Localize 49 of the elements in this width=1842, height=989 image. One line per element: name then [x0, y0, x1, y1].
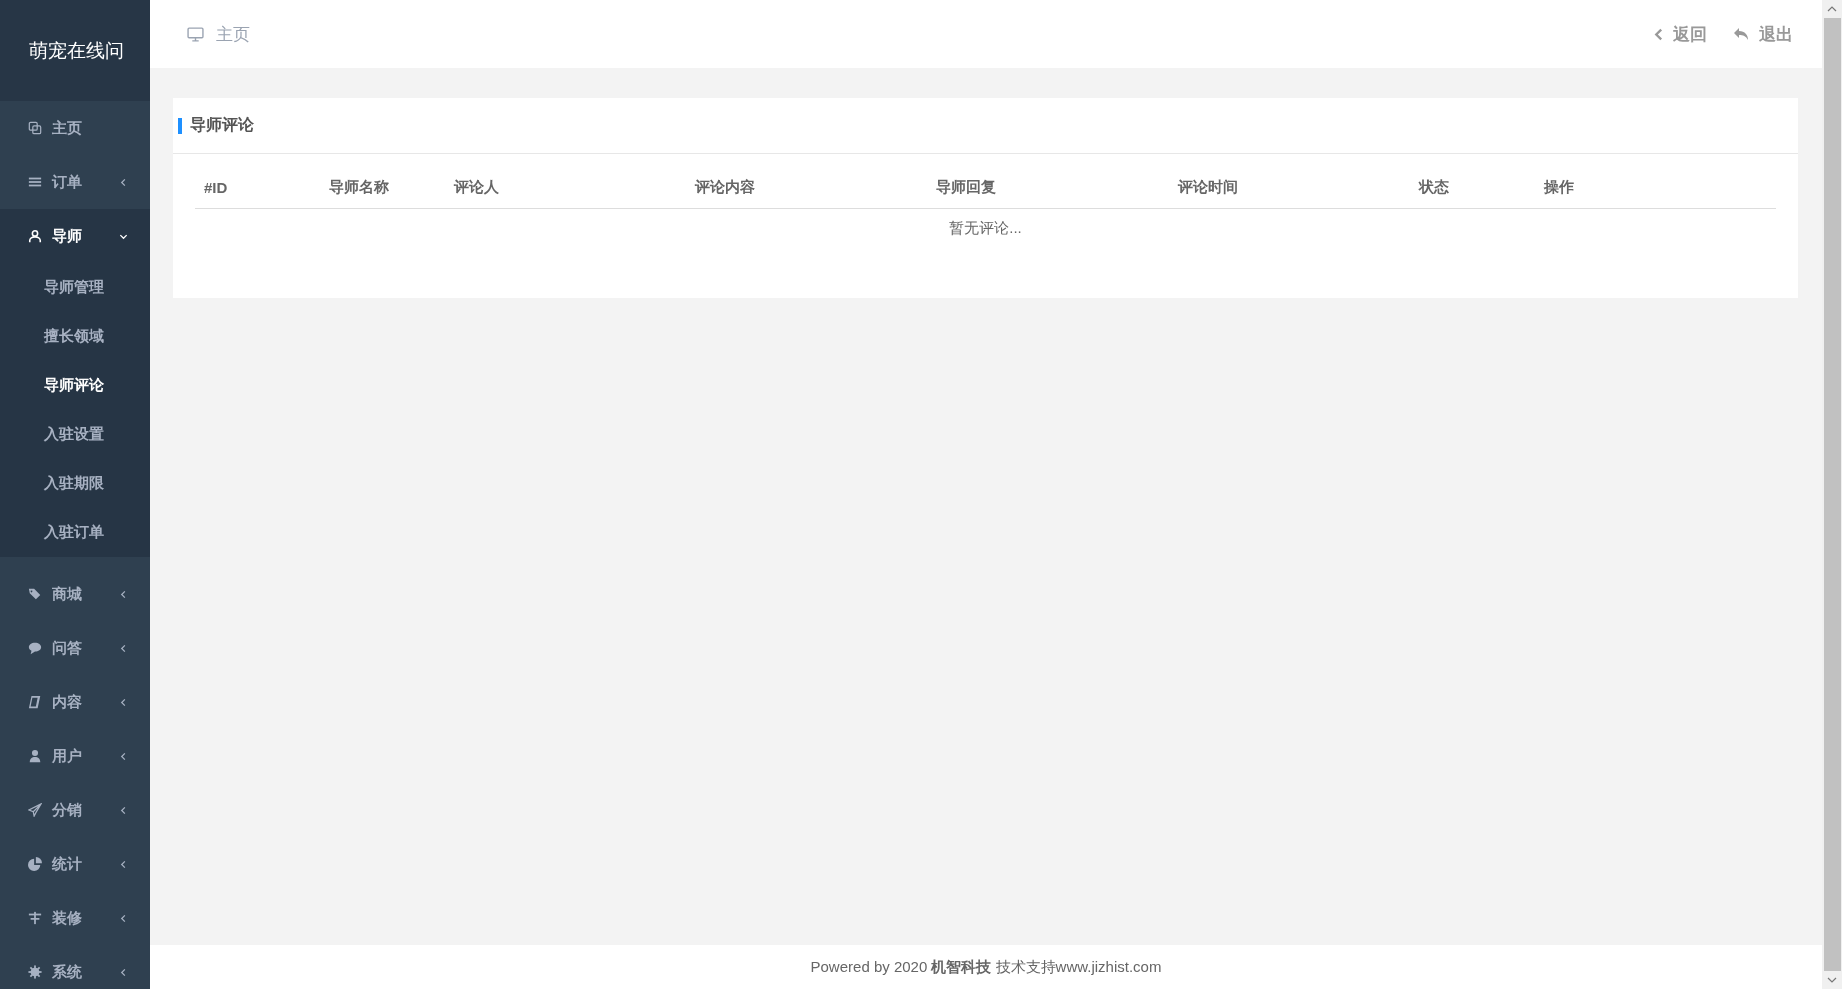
user-icon	[28, 749, 42, 763]
sign-icon	[28, 911, 42, 925]
person-icon	[28, 229, 42, 243]
chevron-left-icon	[1654, 27, 1663, 41]
sidebar-item[interactable]: 问答	[0, 621, 150, 675]
sidebar-item[interactable]: 导师	[0, 209, 150, 263]
empty-message: 暂无评论...	[949, 219, 1022, 236]
send-icon	[28, 803, 42, 817]
footer-text: Powered by 2020 机智科技 技术支持www.jizhist.com	[810, 957, 1162, 977]
list-icon	[28, 175, 42, 189]
app-logo-text: 萌宠在线问	[0, 0, 150, 101]
submenu-item[interactable]: 导师评论	[0, 361, 150, 410]
sidebar-item[interactable]: 统计	[0, 837, 150, 891]
gear-icon	[28, 965, 42, 979]
chat-icon	[28, 641, 42, 655]
copy-icon	[28, 121, 42, 135]
submenu-item[interactable]: 导师管理	[0, 263, 150, 312]
sidebar-item[interactable]: 订单	[0, 155, 150, 209]
sidebar-item[interactable]: 分销	[0, 783, 150, 837]
back-button[interactable]: 返回	[1654, 18, 1707, 50]
breadcrumb-link[interactable]: 主页	[216, 22, 250, 46]
logout-button[interactable]: 退出	[1733, 18, 1793, 50]
sidebar-item[interactable]: 装修	[0, 891, 150, 945]
scroll-down-icon[interactable]	[1827, 975, 1837, 985]
column-header: 导师回复	[935, 177, 998, 197]
column-header: 状态	[1417, 177, 1450, 197]
tag-icon	[28, 587, 42, 601]
pie-icon	[28, 857, 42, 871]
accent-bar	[178, 117, 182, 134]
submenu-item[interactable]: 擅长领域	[0, 312, 150, 361]
column-header: 评论人	[452, 177, 501, 197]
sidebar-item[interactable]: 商城	[0, 567, 150, 621]
column-header: 评论时间	[1176, 177, 1239, 197]
reply-arrow-icon	[1733, 27, 1749, 41]
column-header: 导师名称	[328, 177, 391, 197]
sidebar-item[interactable]: 主页	[0, 101, 150, 155]
submenu-item[interactable]: 入驻订单	[0, 508, 150, 557]
sidebar-item[interactable]: 内容	[0, 675, 150, 729]
submenu-item[interactable]: 入驻设置	[0, 410, 150, 459]
column-header: #ID	[203, 178, 229, 196]
column-header: 操作	[1542, 177, 1575, 197]
submenu-item[interactable]: 入驻期限	[0, 459, 150, 508]
sidebar-item[interactable]: 系统	[0, 945, 150, 989]
column-header: 评论内容	[693, 177, 757, 197]
monitor-icon	[187, 25, 204, 43]
panel-title: 导师评论	[190, 115, 254, 135]
scrollbar[interactable]	[1822, 0, 1842, 989]
scroll-up-icon[interactable]	[1827, 4, 1837, 14]
sidebar-item[interactable]: 用户	[0, 729, 150, 783]
